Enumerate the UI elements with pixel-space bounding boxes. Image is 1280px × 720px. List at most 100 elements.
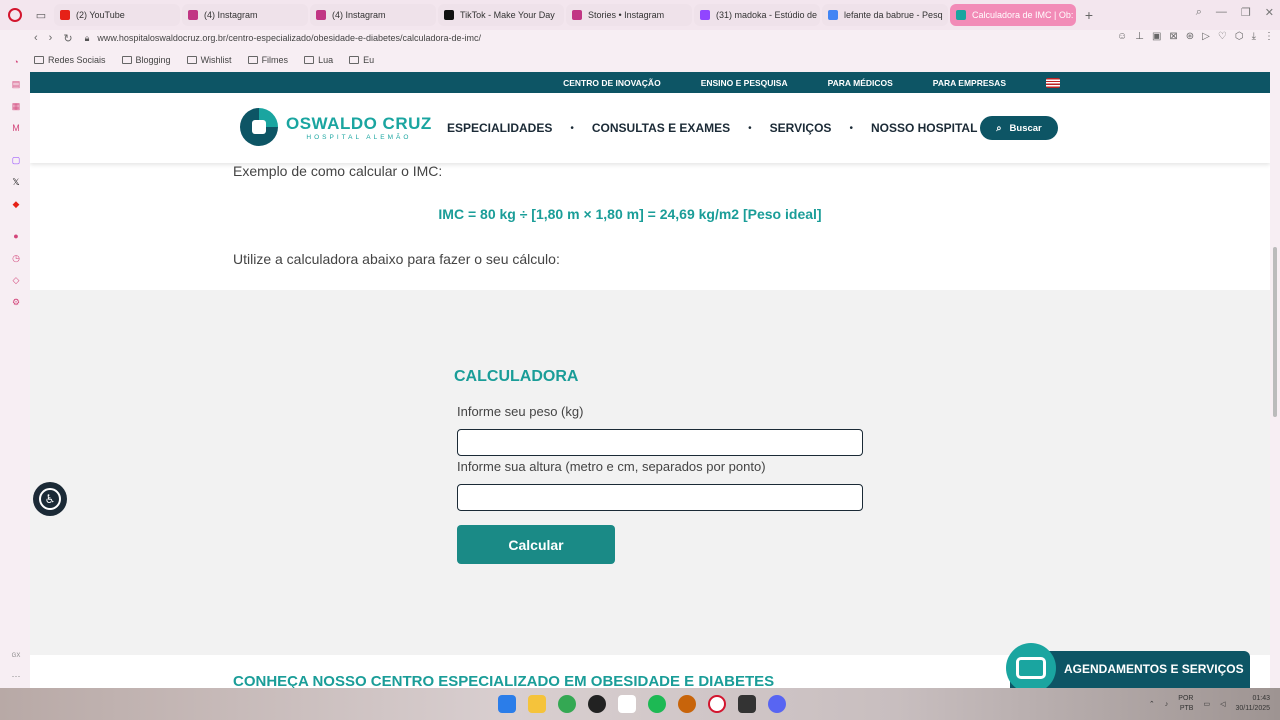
more-icon[interactable]: ⋯ (10, 670, 22, 682)
site-logo[interactable]: OSWALDO CRUZ HOSPITAL ALEMÃO (240, 108, 432, 146)
main-menu: ESPECIALIDADES • CONSULTAS E EXAMES • SE… (447, 121, 999, 135)
height-input[interactable] (457, 484, 863, 511)
settings-icon[interactable]: ⚙ (10, 296, 22, 308)
extensions-icon[interactable]: ⬡ (1235, 31, 1244, 42)
us-flag-icon[interactable] (1046, 77, 1060, 88)
bookmark-label: Lua (318, 55, 334, 65)
close-icon[interactable]: ✕ (1265, 6, 1274, 19)
browser-tab-stories[interactable]: Stories • Instagram (566, 4, 692, 26)
pinboard-icon[interactable]: ▦ (10, 100, 22, 112)
vpn-icon[interactable]: ⊛ (1186, 31, 1194, 42)
search-icon: ⌕ (996, 122, 1002, 134)
reload-icon[interactable]: ↻ (63, 32, 72, 45)
browser-tab-tiktok[interactable]: TikTok - Make Your Day (438, 4, 564, 26)
topbar-link-empresas[interactable]: PARA EMPRESAS (933, 78, 1006, 88)
notepad-icon[interactable] (618, 695, 636, 713)
browser-tab-instagram-1[interactable]: (4) Instagram (182, 4, 308, 26)
volume-icon[interactable]: ◁ (1220, 700, 1225, 708)
bookmarks-bar: Redes Sociais Blogging Wishlist Filmes L… (30, 52, 374, 68)
bookmark-wishlist[interactable]: Wishlist (186, 55, 232, 65)
section-obesidade-title: CONHEÇA NOSSO CENTRO ESPECIALIZADO EM OB… (233, 673, 775, 688)
gmail-icon[interactable]: M (10, 122, 22, 134)
new-tab-button[interactable]: + (1080, 7, 1098, 23)
height-label: Informe sua altura (metro e cm, separado… (457, 459, 766, 474)
menu-nosso-hospital[interactable]: NOSSO HOSPITAL (871, 121, 977, 135)
snapshot-icon[interactable]: ▣ (1152, 31, 1161, 42)
x-icon[interactable]: 𝕏 (10, 176, 22, 188)
browser-tab-youtube[interactable]: (2) YouTube (54, 4, 180, 26)
maximize-icon[interactable]: ❐ (1241, 6, 1251, 19)
topbar-link-medicos[interactable]: PARA MÉDICOS (828, 78, 893, 88)
menu-icon[interactable]: ⋮ (1264, 31, 1274, 42)
lock-icon[interactable]: 🔒︎ (85, 33, 90, 44)
emoji-icon[interactable]: ☺ (1117, 31, 1127, 42)
menu-consultas-exames[interactable]: CONSULTAS E EXAMES (592, 121, 730, 135)
network-icon[interactable]: ▭ (1203, 700, 1210, 708)
browser-tab-imc-active[interactable]: Calculadora de IMC | Ob: (950, 4, 1076, 26)
topbar-link-inovacao[interactable]: CENTRO DE INOVAÇÃO (563, 78, 661, 88)
menu-separator: • (748, 122, 752, 134)
gx-icon[interactable]: GX (10, 650, 22, 662)
chat-bubble-icon (1006, 643, 1056, 688)
heart-icon[interactable]: ♡ (1218, 31, 1227, 42)
browser-tab-twitch[interactable]: (31) madoka - Estúdio de (694, 4, 820, 26)
file-explorer-icon[interactable] (528, 695, 546, 713)
opera-taskbar-icon[interactable] (708, 695, 726, 713)
forward-icon[interactable]: › (49, 32, 53, 45)
url-field[interactable]: www.hospitaloswaldocruz.org.br/centro-es… (97, 33, 481, 43)
download-icon[interactable]: ⤓ (1252, 31, 1256, 42)
toolbar-icons: ☺ ⊥ ▣ ⊠ ⊛ ▷ ♡ ⬡ ⤓ ⋮ (1117, 31, 1274, 42)
bookmark-lua[interactable]: Lua (304, 55, 333, 65)
spotify-icon[interactable]: ● (10, 230, 22, 242)
language-indicator[interactable]: POR PTB (1178, 694, 1193, 714)
aria-icon[interactable]: ◔ (10, 56, 22, 68)
minimize-icon[interactable]: — (1216, 6, 1227, 19)
tray-chevron-icon[interactable]: ⌃ (1149, 700, 1155, 708)
calculate-button[interactable]: Calcular (457, 525, 615, 564)
browser-tab-instagram-2[interactable]: (4) Instagram (310, 4, 436, 26)
logo-subtitle: HOSPITAL ALEMÃO (306, 133, 412, 141)
chrome-icon[interactable] (558, 695, 576, 713)
shield-sidebar-icon[interactable]: ◆ (10, 198, 22, 210)
menu-servicos[interactable]: SERVIÇOS (770, 121, 832, 135)
schedule-services-button[interactable]: AGENDAMENTOS E SERVIÇOS (1006, 643, 1250, 688)
discord-icon[interactable] (768, 695, 786, 713)
tab-label: (2) YouTube (76, 10, 125, 20)
weight-label: Informe seu peso (kg) (457, 404, 584, 419)
microphone-icon[interactable]: ♪ (1165, 701, 1169, 708)
tab-overview-icon[interactable]: ▭ (30, 4, 52, 26)
bookmark-blogging[interactable]: Blogging (121, 55, 171, 65)
page-scrollbar[interactable] (1270, 72, 1280, 688)
folder-icon (349, 56, 360, 64)
clock[interactable]: 01:43 30/11/2025 (1235, 694, 1270, 714)
twitch-icon[interactable]: ▢ (10, 154, 22, 166)
topbar-link-ensino[interactable]: ENSINO E PESQUISA (701, 78, 788, 88)
menu-especialidades[interactable]: ESPECIALIDADES (447, 121, 552, 135)
windows-start-icon[interactable] (498, 695, 516, 713)
messenger-icon[interactable]: ◇ (10, 274, 22, 286)
bookmark-redes-sociais[interactable]: Redes Sociais (34, 55, 106, 65)
opera-menu-icon[interactable] (0, 0, 30, 30)
search-button[interactable]: ⌕ Buscar (980, 116, 1058, 140)
browser-tab-google[interactable]: lefante da babrue - Pesq (822, 4, 948, 26)
spotify-taskbar-icon[interactable] (648, 695, 666, 713)
search-tabs-icon[interactable]: ⌕ (1196, 6, 1202, 19)
tab-label: lefante da babrue - Pesq (844, 10, 943, 20)
folder-icon (247, 56, 258, 64)
browser-tab-bar: ▭ (2) YouTube (4) Instagram (4) Instagra… (0, 0, 1280, 30)
bookmark-filmes[interactable]: Filmes (247, 55, 288, 65)
bookmark-eu[interactable]: Eu (349, 55, 374, 65)
weight-input[interactable] (457, 429, 863, 456)
back-icon[interactable]: ‹ (34, 32, 38, 45)
obs-icon[interactable] (588, 695, 606, 713)
player-icon[interactable]: ▷ (1202, 31, 1210, 42)
app-icon[interactable] (678, 695, 696, 713)
page-viewport: CENTRO DE INOVAÇÃO ENSINO E PESQUISA PAR… (30, 72, 1270, 688)
crypto-wallet-icon[interactable]: ▤ (10, 78, 22, 90)
accessibility-button[interactable]: ♿︎ (33, 482, 67, 516)
sticky-notes-icon[interactable] (738, 695, 756, 713)
scrollbar-thumb[interactable] (1273, 247, 1277, 417)
history-icon[interactable]: ◷ (10, 252, 22, 264)
shield-icon[interactable]: ⊠ (1169, 31, 1177, 42)
pin-icon[interactable]: ⊥ (1135, 31, 1144, 42)
